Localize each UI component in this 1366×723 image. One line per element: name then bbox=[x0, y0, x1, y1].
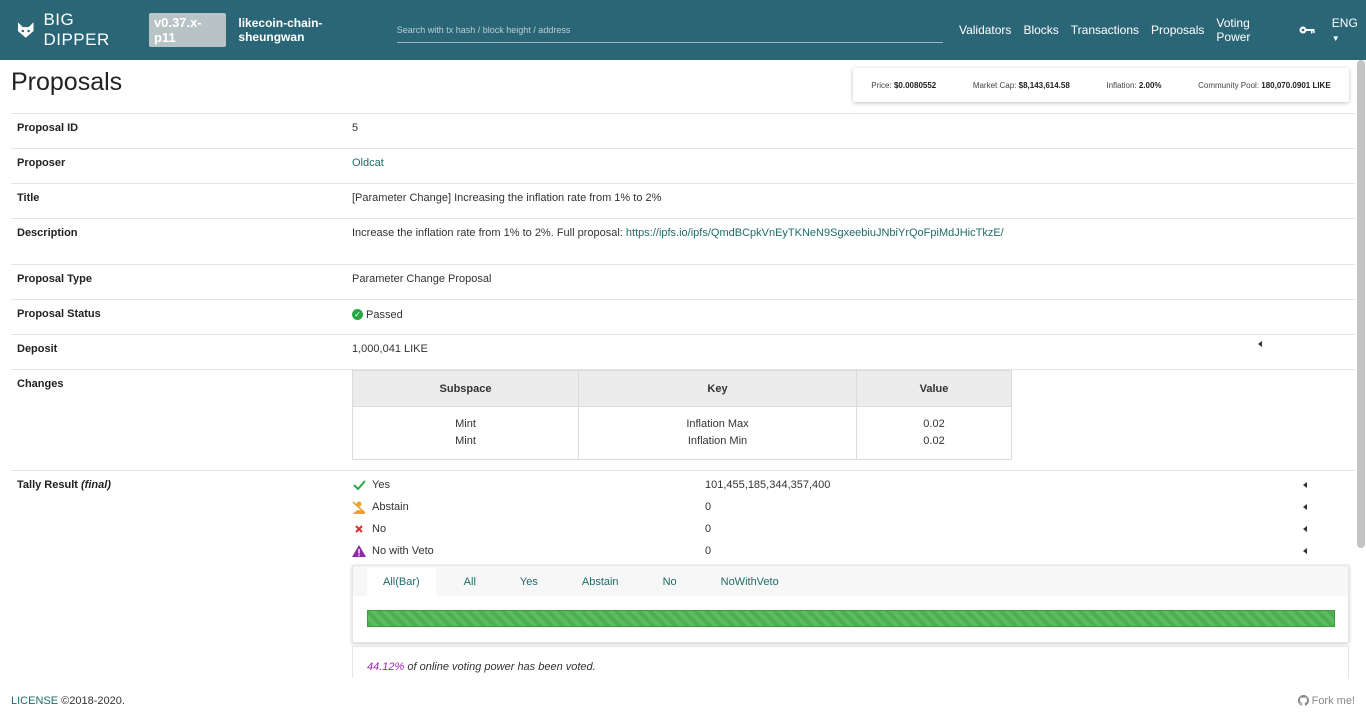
row-proposal-type: Proposal Type Parameter Change Proposal bbox=[11, 264, 1355, 299]
tab-all[interactable]: All bbox=[448, 568, 492, 596]
footer: LICENSE ©2018-2020. Fork me! bbox=[0, 678, 1366, 723]
version-badge: v0.37.x-p11 bbox=[148, 13, 227, 47]
nav-proposals[interactable]: Proposals bbox=[1151, 23, 1204, 37]
table-row: Mint Mint Inflation Max Inflation Min 0.02… bbox=[352, 406, 1012, 460]
nav-blocks[interactable]: Blocks bbox=[1023, 23, 1058, 37]
value-description: Increase the inflation rate from 1% to 2… bbox=[352, 227, 1004, 239]
changes-header-value: Value bbox=[856, 370, 1012, 407]
yes-progress-bar bbox=[367, 610, 1335, 627]
stat-community-pool: Community Pool: 180,070.0901 LIKE bbox=[1198, 80, 1331, 90]
label-deposit: Deposit bbox=[17, 343, 58, 355]
top-navbar: BIG DIPPER v0.37.x-p11 likecoin-chain-sh… bbox=[0, 0, 1366, 60]
tab-yes[interactable]: Yes bbox=[504, 568, 554, 596]
brand-name: BIG DIPPER bbox=[43, 10, 110, 49]
check-circle-icon: ✓ bbox=[352, 309, 363, 320]
chain-stats: Price: $0.0080552 Market Cap: $8,143,614… bbox=[853, 68, 1349, 102]
value-deposit: 1,000,041 LIKE bbox=[352, 343, 428, 355]
row-proposal-status: Proposal Status ✓ Passed bbox=[11, 299, 1355, 334]
value-proposal-id: 5 bbox=[352, 122, 359, 134]
label-proposal-id: Proposal ID bbox=[17, 122, 79, 134]
chevron-down-icon: ▼ bbox=[1331, 34, 1340, 43]
caret-left-icon[interactable] bbox=[1258, 341, 1262, 347]
tally-yes: Yes 101,455,185,344,357,400 bbox=[352, 474, 1355, 496]
abstain-icon bbox=[352, 500, 366, 514]
stat-inflation: Inflation: 2.00% bbox=[1106, 80, 1162, 90]
caret-left-icon[interactable] bbox=[1303, 504, 1307, 510]
row-description: Description Increase the inflation rate … bbox=[11, 218, 1355, 264]
check-icon bbox=[352, 480, 366, 490]
language-label: ENG bbox=[1331, 16, 1358, 30]
caret-left-icon[interactable] bbox=[1303, 548, 1307, 554]
row-tally: Tally Result (final) Yes 101,455,185,344,… bbox=[11, 470, 1355, 643]
fork-me-link[interactable]: Fork me! bbox=[1297, 695, 1355, 707]
main-nav: Validators Blocks Transactions Proposals… bbox=[953, 16, 1366, 44]
page-scrollbar[interactable] bbox=[1357, 60, 1365, 548]
proposal-ipfs-link[interactable]: https://ipfs.io/ipfs/QmdBCpkVnEyTKNeN9Sg… bbox=[626, 227, 1004, 239]
proposal-details: Proposal ID 5 Proposer Oldcat Title [Par… bbox=[11, 113, 1355, 643]
nav-voting-power[interactable]: Voting Power bbox=[1216, 16, 1281, 44]
row-proposer: Proposer Oldcat bbox=[11, 148, 1355, 183]
changes-header-subspace: Subspace bbox=[352, 370, 579, 407]
search-input[interactable] bbox=[396, 17, 943, 43]
row-proposal-id: Proposal ID 5 bbox=[11, 113, 1355, 148]
tab-no[interactable]: No bbox=[647, 568, 693, 596]
language-select[interactable]: ENG ▼ bbox=[1332, 16, 1366, 44]
changes-header-key: Key bbox=[578, 370, 857, 407]
label-proposal-type: Proposal Type bbox=[17, 273, 92, 285]
tally-no: No 0 bbox=[352, 518, 1355, 540]
license-link[interactable]: LICENSE bbox=[11, 695, 58, 707]
warning-triangle-icon bbox=[352, 545, 366, 557]
tally-no-with-veto: No with Veto 0 bbox=[352, 540, 1355, 562]
tally-tabs: All(Bar) All Yes Abstain No NoWithVeto bbox=[353, 566, 1348, 596]
label-proposer: Proposer bbox=[17, 157, 66, 169]
voted-percentage: 44.12% bbox=[367, 661, 405, 673]
page-title: Proposals bbox=[11, 68, 123, 96]
row-changes: Changes Subspace Key Value Mint Mint Infl… bbox=[11, 369, 1355, 470]
key-icon[interactable] bbox=[1299, 25, 1316, 35]
brand[interactable]: BIG DIPPER v0.37.x-p11 bbox=[16, 10, 227, 50]
x-icon bbox=[352, 524, 366, 534]
fox-logo-icon bbox=[17, 22, 34, 38]
tally-chart-card: All(Bar) All Yes Abstain No NoWithVeto bbox=[352, 565, 1349, 643]
github-icon bbox=[1297, 695, 1309, 706]
footer-license: LICENSE ©2018-2020. bbox=[11, 694, 125, 707]
voted-summary: 44.12% of online voting power has been v… bbox=[352, 646, 1349, 678]
label-title: Title bbox=[17, 192, 40, 204]
label-changes: Changes bbox=[17, 378, 64, 390]
caret-left-icon[interactable] bbox=[1303, 482, 1307, 488]
tab-no-with-veto[interactable]: NoWithVeto bbox=[705, 568, 795, 596]
caret-left-icon[interactable] bbox=[1303, 526, 1307, 532]
tab-all-bar[interactable]: All(Bar) bbox=[367, 568, 436, 596]
proposer-link[interactable]: Oldcat bbox=[352, 157, 384, 169]
label-proposal-status: Proposal Status bbox=[17, 308, 101, 320]
nav-transactions[interactable]: Transactions bbox=[1071, 23, 1139, 37]
status-badge: ✓ Passed bbox=[352, 309, 403, 321]
label-tally: Tally Result (final) bbox=[17, 479, 111, 491]
stat-market-cap: Market Cap: $8,143,614.58 bbox=[972, 80, 1070, 90]
chain-id: likecoin-chain-sheungwan bbox=[238, 16, 323, 44]
nav-validators[interactable]: Validators bbox=[959, 23, 1011, 37]
value-title: [Parameter Change] Increasing the inflat… bbox=[352, 192, 662, 204]
stat-price: Price: $0.0080552 bbox=[871, 80, 937, 90]
changes-table: Subspace Key Value Mint Mint Inflation Ma… bbox=[352, 370, 1012, 460]
label-description: Description bbox=[17, 227, 78, 239]
row-title: Title [Parameter Change] Increasing the … bbox=[11, 183, 1355, 218]
value-proposal-type: Parameter Change Proposal bbox=[352, 273, 492, 285]
tab-abstain[interactable]: Abstain bbox=[566, 568, 635, 596]
voted-text: of online voting power has been voted. bbox=[404, 661, 596, 673]
tally-abstain: Abstain 0 bbox=[352, 496, 1355, 518]
